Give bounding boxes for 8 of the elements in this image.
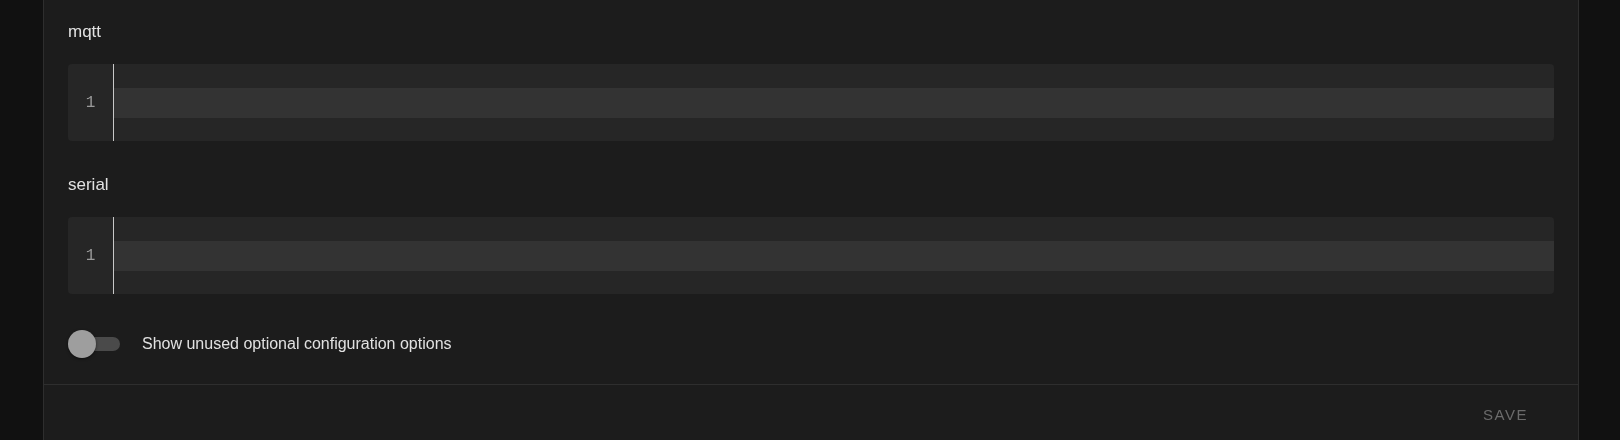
line-number: 1 — [84, 246, 97, 267]
toggle-switch[interactable] — [68, 330, 120, 358]
field-label: mqtt — [68, 21, 103, 43]
code-editor[interactable]: 1 — [68, 64, 1554, 141]
line-number: 1 — [84, 93, 97, 114]
code-editor[interactable]: 1 — [68, 217, 1554, 294]
field-label: serial — [68, 174, 110, 196]
toggle-label: Show unused optional configuration options — [142, 335, 452, 353]
